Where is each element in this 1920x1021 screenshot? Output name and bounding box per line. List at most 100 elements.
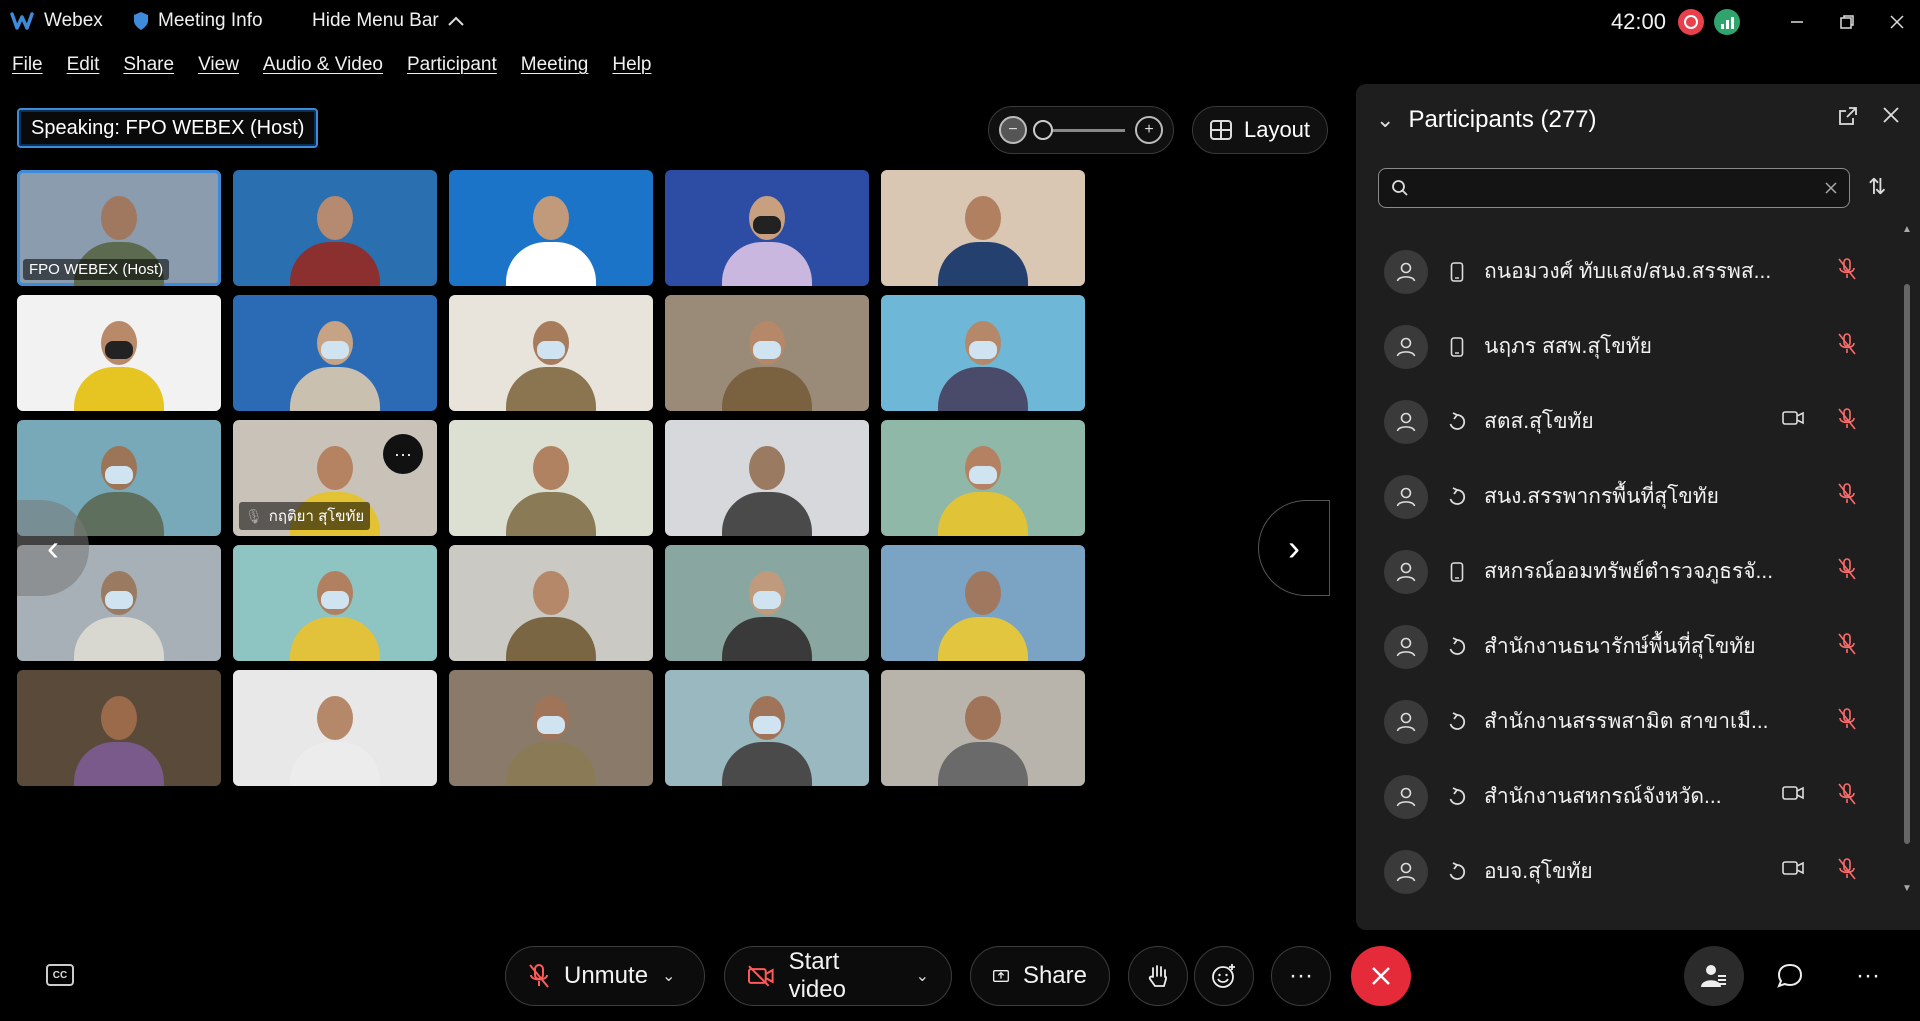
participant-video <box>506 446 596 536</box>
scroll-down-icon[interactable]: ▼ <box>1902 883 1912 894</box>
video-tile[interactable] <box>665 670 869 786</box>
raise-hand-button[interactable] <box>1128 946 1188 1006</box>
sync-audio-icon <box>1440 786 1474 807</box>
video-tile[interactable] <box>881 420 1085 536</box>
video-tile[interactable] <box>881 670 1085 786</box>
user-avatar-icon <box>1396 862 1416 881</box>
menu-edit[interactable]: Edit <box>67 54 100 76</box>
participant-video <box>722 321 812 411</box>
participant-row[interactable]: นฤภร สสพ.สุโขทัย <box>1356 309 1896 384</box>
participant-row[interactable]: สนง.สรรพากรพื้นที่สุโขทัย <box>1356 459 1896 534</box>
menu-participant[interactable]: Participant <box>407 54 497 76</box>
mic-muted-icon[interactable] <box>1838 408 1856 436</box>
hide-menu-bar-button[interactable]: Hide Menu Bar <box>312 10 465 32</box>
video-tile[interactable] <box>233 295 437 411</box>
menu-view[interactable]: View <box>198 54 239 76</box>
network-stats-icon[interactable] <box>1714 9 1740 35</box>
video-tile[interactable] <box>665 545 869 661</box>
audio-options-chevron-icon[interactable]: ⌄ <box>662 966 675 986</box>
mic-muted-icon[interactable] <box>1838 708 1856 736</box>
meeting-info-button[interactable]: Meeting Info <box>132 10 263 32</box>
video-tile[interactable] <box>665 420 869 536</box>
video-tile[interactable] <box>449 670 653 786</box>
restore-button[interactable] <box>1824 0 1870 44</box>
close-panel-icon[interactable] <box>1882 106 1900 124</box>
video-options-chevron-icon[interactable]: ⌄ <box>916 966 929 986</box>
participant-list-scrollbar[interactable]: ▲ ▼ <box>1902 224 1912 894</box>
mic-muted-icon[interactable] <box>1838 333 1856 361</box>
zoom-slider-knob[interactable] <box>1033 119 1053 140</box>
video-tile-name: 🎙 กฤติยา สุโขทัย <box>239 502 371 530</box>
scrollbar-thumb[interactable] <box>1904 284 1910 844</box>
layout-button[interactable]: Layout <box>1192 106 1328 154</box>
video-tile[interactable] <box>449 170 653 286</box>
leave-meeting-button[interactable] <box>1351 946 1411 1006</box>
participant-row[interactable]: ถนอมวงศ์ ทับแสง/สนง.สรรพส... <box>1356 234 1896 309</box>
video-tile[interactable] <box>233 545 437 661</box>
minimize-icon <box>1791 21 1803 23</box>
participant-search-input[interactable] <box>1419 178 1825 198</box>
participant-row[interactable]: สำนักงานธนารักษ์พื้นที่สุโขทัย <box>1356 609 1896 684</box>
video-tile[interactable]: FPO WEBEX (Host) <box>17 170 221 286</box>
chevron-down-icon[interactable]: ⌄ <box>1376 107 1394 133</box>
video-tile[interactable] <box>665 170 869 286</box>
video-tile[interactable] <box>665 295 869 411</box>
share-button[interactable]: Share <box>970 946 1110 1006</box>
participant-video <box>74 446 164 536</box>
tile-more-options-button[interactable]: ··· <box>383 434 423 474</box>
meeting-controls: CC Unmute ⌄ Start video ⌄ Share ··· ··· <box>0 940 1920 1021</box>
start-video-button[interactable]: Start video ⌄ <box>724 946 952 1006</box>
zoom-slider[interactable] <box>1033 119 1125 140</box>
menu-audio-video[interactable]: Audio & Video <box>263 54 383 76</box>
mic-muted-icon[interactable] <box>1838 633 1856 661</box>
mic-muted-icon[interactable] <box>1838 858 1856 886</box>
mic-muted-icon[interactable] <box>1838 483 1856 511</box>
closed-captions-button[interactable]: CC <box>46 964 74 986</box>
video-tile[interactable] <box>881 170 1085 286</box>
video-tile[interactable] <box>17 295 221 411</box>
video-tile[interactable]: 🎙 กฤติยา สุโขทัย ··· <box>233 420 437 536</box>
video-tile[interactable] <box>449 420 653 536</box>
zoom-in-button[interactable]: + <box>1135 116 1163 144</box>
video-tile[interactable] <box>17 670 221 786</box>
clear-search-icon[interactable] <box>1825 182 1837 194</box>
video-tile[interactable] <box>881 295 1085 411</box>
participant-row[interactable]: สตส.สุโขทัย <box>1356 384 1896 459</box>
video-tile[interactable] <box>449 295 653 411</box>
chat-button[interactable] <box>1760 946 1820 1006</box>
pop-out-icon[interactable] <box>1838 106 1858 126</box>
scroll-up-icon[interactable]: ▲ <box>1902 224 1912 235</box>
menu-help[interactable]: Help <box>612 54 651 76</box>
share-icon <box>993 970 1009 982</box>
video-tile[interactable] <box>881 545 1085 661</box>
recording-icon[interactable] <box>1678 9 1704 35</box>
more-panels-button[interactable]: ··· <box>1838 946 1898 1006</box>
menu-share[interactable]: Share <box>123 54 174 76</box>
menu-file[interactable]: File <box>12 54 43 76</box>
mic-muted-icon[interactable] <box>1838 558 1856 586</box>
sort-icon[interactable]: ⇅ <box>1868 174 1886 200</box>
minimize-button[interactable] <box>1774 0 1820 44</box>
participant-video <box>290 696 380 786</box>
menu-meeting[interactable]: Meeting <box>521 54 589 76</box>
more-horizontal-icon: ··· <box>1289 962 1313 989</box>
participant-video <box>938 571 1028 661</box>
mic-muted-icon[interactable] <box>1838 258 1856 286</box>
more-options-button[interactable]: ··· <box>1271 946 1331 1006</box>
unmute-button[interactable]: Unmute ⌄ <box>505 946 705 1006</box>
participant-row[interactable]: สำนักงานสรรพสามิต สาขาเมื... <box>1356 684 1896 759</box>
participant-row[interactable]: อบจ.สุโขทัย <box>1356 834 1896 909</box>
video-tile[interactable] <box>233 170 437 286</box>
meeting-info-label: Meeting Info <box>158 10 263 31</box>
participants-button[interactable] <box>1684 946 1744 1006</box>
participant-head <box>965 696 1001 740</box>
face-mask <box>105 341 133 359</box>
video-tile[interactable] <box>449 545 653 661</box>
participant-row[interactable]: สำนักงานสหกรณ์จังหวัด... <box>1356 759 1896 834</box>
video-tile[interactable] <box>233 670 437 786</box>
participant-row[interactable]: สหกรณ์ออมทรัพย์ตำรวจภูธรจั... <box>1356 534 1896 609</box>
zoom-out-button[interactable]: − <box>999 116 1027 144</box>
close-window-button[interactable] <box>1874 0 1920 44</box>
mic-muted-icon[interactable] <box>1838 783 1856 811</box>
reactions-button[interactable] <box>1194 946 1254 1006</box>
